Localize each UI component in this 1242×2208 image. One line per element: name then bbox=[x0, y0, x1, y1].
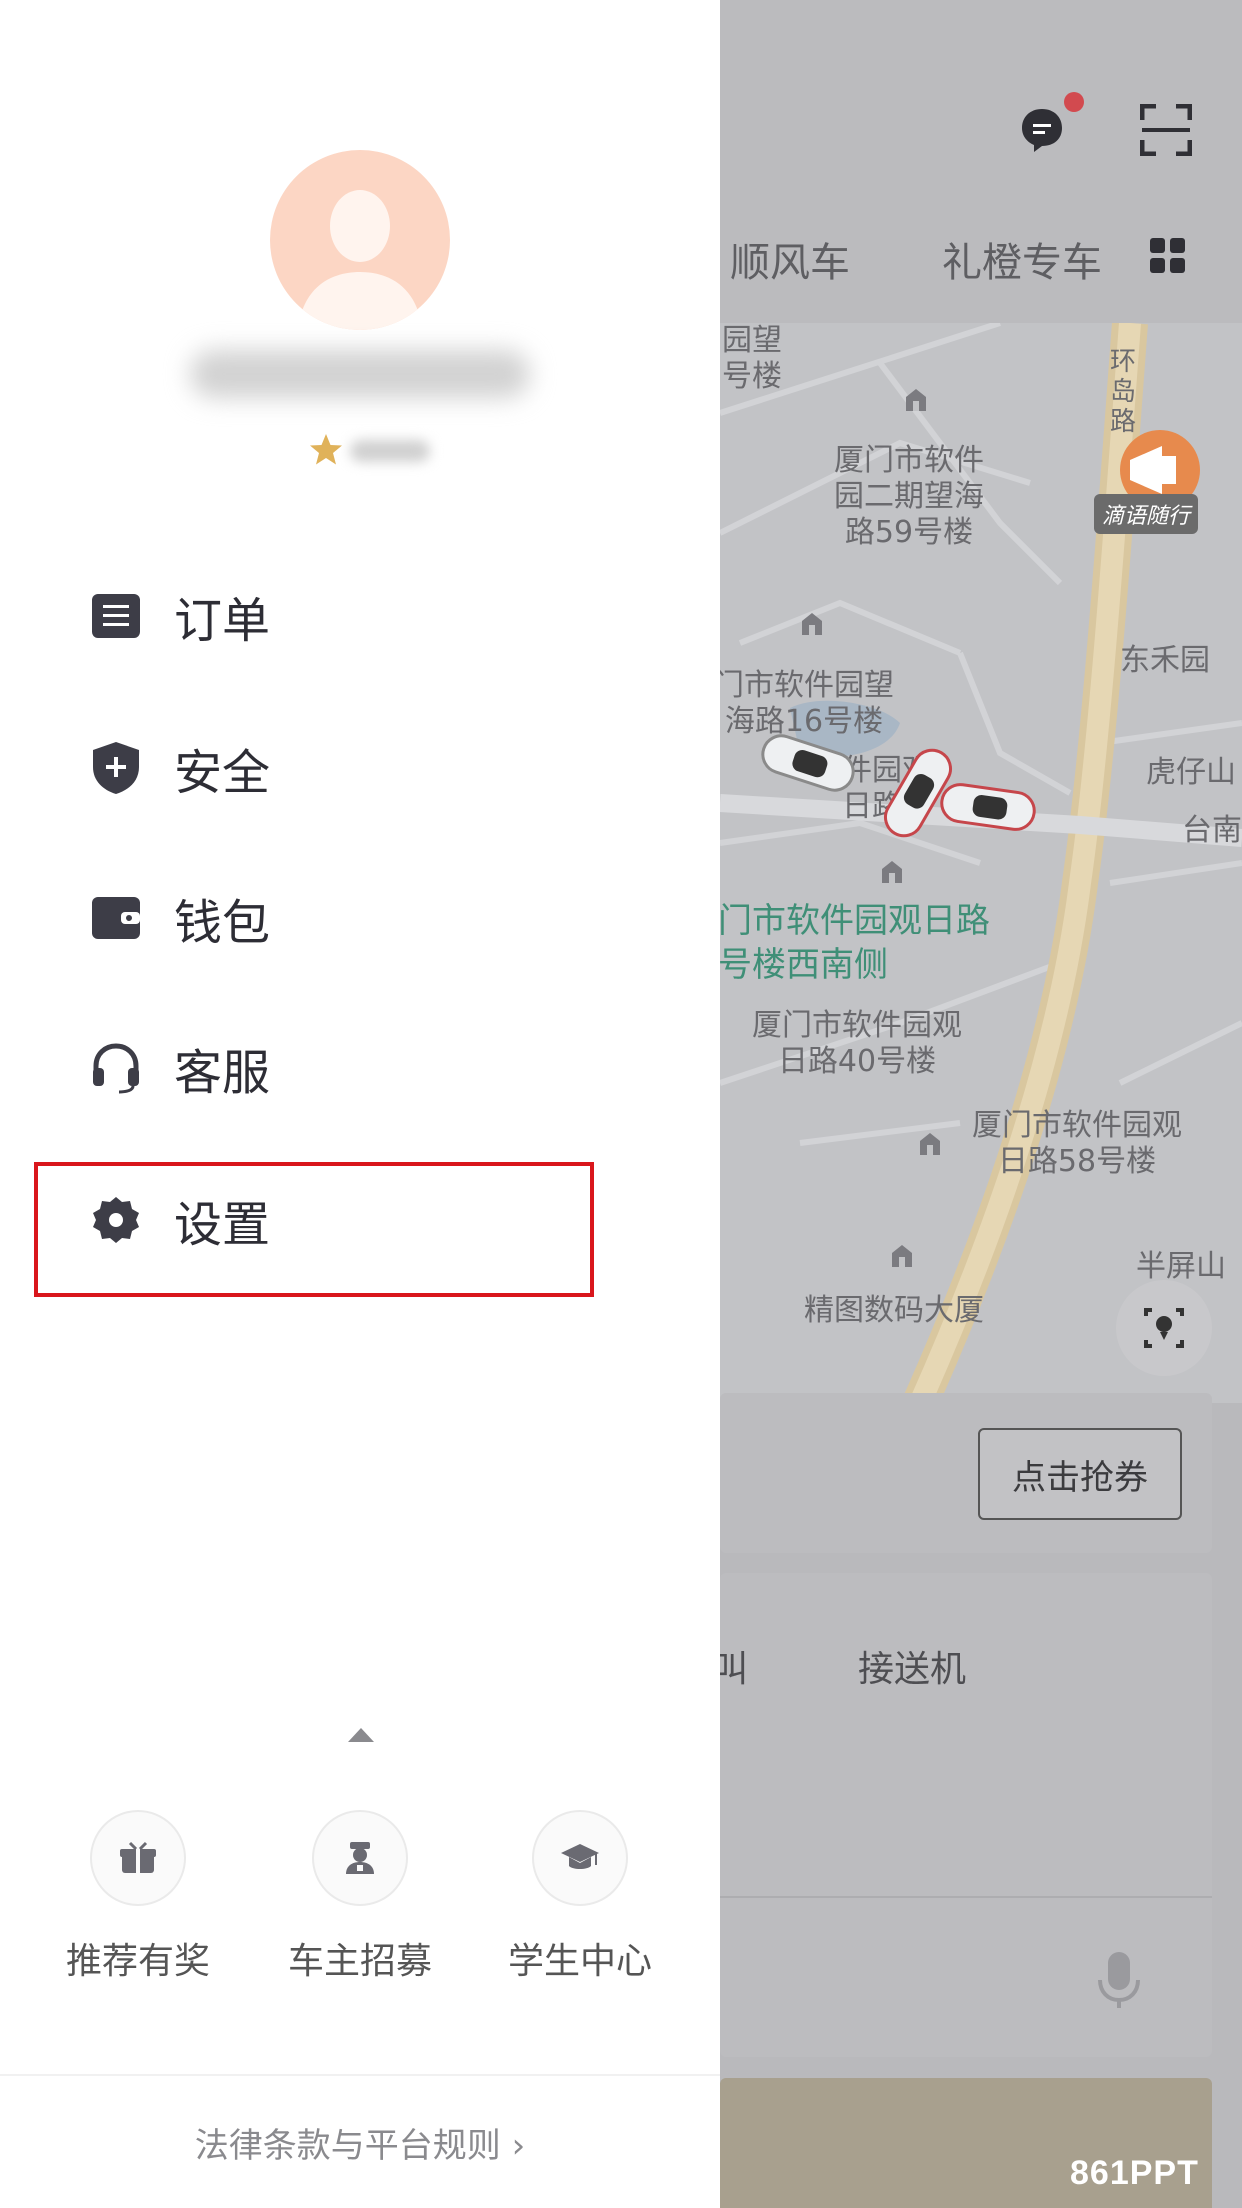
notification-dot bbox=[1064, 92, 1084, 112]
tab-premier[interactable]: 礼橙专车 bbox=[942, 230, 1102, 288]
menu-item-label: 订单 bbox=[174, 593, 271, 649]
legal-terms-link[interactable]: 法律条款与平台规则 › bbox=[0, 2118, 720, 2167]
star-icon bbox=[310, 434, 342, 465]
building-icon bbox=[802, 613, 822, 635]
settings-highlight-box bbox=[34, 1162, 594, 1297]
grab-coupon-button[interactable]: 点击抢券 bbox=[978, 1428, 1182, 1520]
divider bbox=[720, 1896, 1212, 1898]
menu-item-label: 安全 bbox=[174, 745, 271, 801]
menu-item-label: 客服 bbox=[174, 1045, 271, 1101]
username-placeholder bbox=[190, 350, 530, 398]
quick-link-referral[interactable]: 推荐有奖 bbox=[48, 1810, 228, 1984]
shield-plus-icon bbox=[88, 740, 144, 796]
menu-item-wallet[interactable]: 钱包 bbox=[88, 878, 548, 958]
watermark: 861PPT bbox=[1070, 2154, 1199, 2192]
chevron-up-icon[interactable] bbox=[348, 1726, 374, 1742]
driver-icon bbox=[346, 1842, 374, 1874]
locate-button[interactable] bbox=[1116, 1280, 1212, 1376]
quick-link-driver-recruit[interactable]: 车主招募 bbox=[270, 1810, 450, 1984]
menu-item-label: 钱包 bbox=[174, 895, 271, 951]
order-icon bbox=[88, 588, 144, 644]
message-icon[interactable] bbox=[1018, 106, 1066, 154]
map-label: 园望 号楼 bbox=[722, 323, 782, 394]
map-label: 厦门市软件园观 日路40号楼 bbox=[752, 1008, 962, 1079]
grid-icon[interactable] bbox=[1150, 238, 1186, 274]
building-icon bbox=[882, 861, 902, 883]
user-silhouette-icon bbox=[298, 190, 422, 330]
divider bbox=[0, 2074, 720, 2076]
wallet-icon bbox=[88, 890, 144, 946]
graduation-cap-icon bbox=[561, 1844, 599, 1869]
microphone-icon[interactable] bbox=[1096, 1950, 1142, 2010]
quick-link-label: 推荐有奖 bbox=[65, 1941, 210, 1982]
tab-hitch[interactable]: 顺风车 bbox=[730, 230, 850, 288]
side-drawer: 订单 安全 钱包 客服 设置 推荐有奖 车主招募 学生中心 法律条款与平台规则 … bbox=[0, 0, 720, 2208]
quick-link-label: 车主招募 bbox=[287, 1941, 432, 1982]
avatar[interactable] bbox=[270, 150, 450, 330]
building-icon bbox=[892, 1245, 912, 1267]
tab-airport-transfer[interactable]: 接送机 bbox=[858, 1640, 966, 1692]
map-label: 厦门市软件 园二期望海 路59号楼 bbox=[834, 443, 984, 550]
map-label: 东禾园 bbox=[1120, 643, 1210, 678]
menu-item-orders[interactable]: 订单 bbox=[88, 576, 548, 656]
promo-badge[interactable]: 滴语随行 bbox=[1094, 494, 1199, 534]
menu-item-security[interactable]: 安全 bbox=[88, 728, 548, 808]
map-label: 虎仔山 bbox=[1146, 755, 1236, 790]
map-label: 门市软件园望 海路16号楼 bbox=[714, 668, 894, 739]
gift-icon bbox=[120, 1841, 156, 1873]
map-label: 厦门市软件园观 日路58号楼 bbox=[972, 1108, 1182, 1179]
quick-link-label: 学生中心 bbox=[507, 1941, 652, 1982]
scan-icon[interactable] bbox=[1140, 104, 1192, 156]
map-label: 台南 bbox=[1182, 813, 1242, 848]
building-icon bbox=[920, 1133, 940, 1155]
building-icon bbox=[906, 389, 926, 411]
map-label: 精图数码大厦 bbox=[804, 1293, 984, 1328]
menu-item-customer-service[interactable]: 客服 bbox=[88, 1028, 548, 1108]
level-placeholder bbox=[350, 440, 430, 462]
quick-link-student-center[interactable]: 学生中心 bbox=[490, 1810, 670, 1984]
map-label: 门市软件园观日路 号楼西南侧 bbox=[718, 901, 990, 985]
locate-icon bbox=[1144, 1308, 1184, 1348]
headset-icon bbox=[88, 1040, 144, 1096]
